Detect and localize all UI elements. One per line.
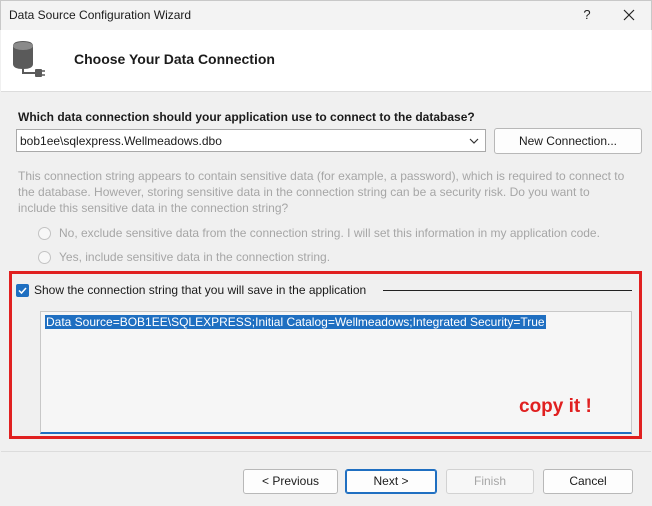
checkmark-icon: [18, 287, 27, 295]
help-button[interactable]: ?: [577, 5, 597, 25]
radio-include-label: Yes, include sensitive data in the conne…: [59, 250, 331, 264]
group-divider-line: [383, 290, 632, 291]
copy-annotation: copy it !: [519, 396, 592, 417]
cancel-button[interactable]: Cancel: [543, 469, 633, 494]
show-connection-string-label: Show the connection string that you will…: [34, 283, 367, 297]
next-button[interactable]: Next >: [345, 469, 437, 494]
show-connection-string-checkbox[interactable]: [16, 284, 29, 297]
page-heading: Choose Your Data Connection: [74, 51, 275, 67]
title-bar: Data Source Configuration Wizard ?: [0, 0, 652, 30]
radio-circle: [38, 251, 51, 264]
radio-include-sensitive[interactable]: Yes, include sensitive data in the conne…: [38, 249, 618, 265]
new-connection-button[interactable]: New Connection...: [494, 128, 642, 154]
close-icon: [623, 9, 635, 21]
close-button[interactable]: [619, 5, 639, 25]
radio-exclude-sensitive[interactable]: No, exclude sensitive data from the conn…: [38, 225, 618, 241]
footer-separator: [1, 451, 651, 452]
previous-button[interactable]: < Previous: [243, 469, 338, 494]
connection-select[interactable]: bob1ee\sqlexpress.Wellmeadows.dbo: [16, 129, 486, 152]
wizard-header: Choose Your Data Connection: [1, 30, 651, 92]
connection-string-text: Data Source=BOB1EE\SQLEXPRESS;Initial Ca…: [45, 315, 546, 329]
chevron-down-icon: [467, 134, 481, 148]
finish-button: Finish: [446, 469, 534, 494]
connection-question: Which data connection should your applic…: [18, 110, 475, 124]
show-connection-string-row[interactable]: Show the connection string that you will…: [16, 283, 636, 299]
sensitive-data-info: This connection string appears to contai…: [18, 169, 625, 215]
radio-circle: [38, 227, 51, 240]
window-title: Data Source Configuration Wizard: [9, 8, 192, 22]
radio-exclude-label: No, exclude sensitive data from the conn…: [59, 226, 600, 240]
connection-select-value: bob1ee\sqlexpress.Wellmeadows.dbo: [20, 134, 222, 148]
database-plug-icon: [11, 40, 45, 78]
